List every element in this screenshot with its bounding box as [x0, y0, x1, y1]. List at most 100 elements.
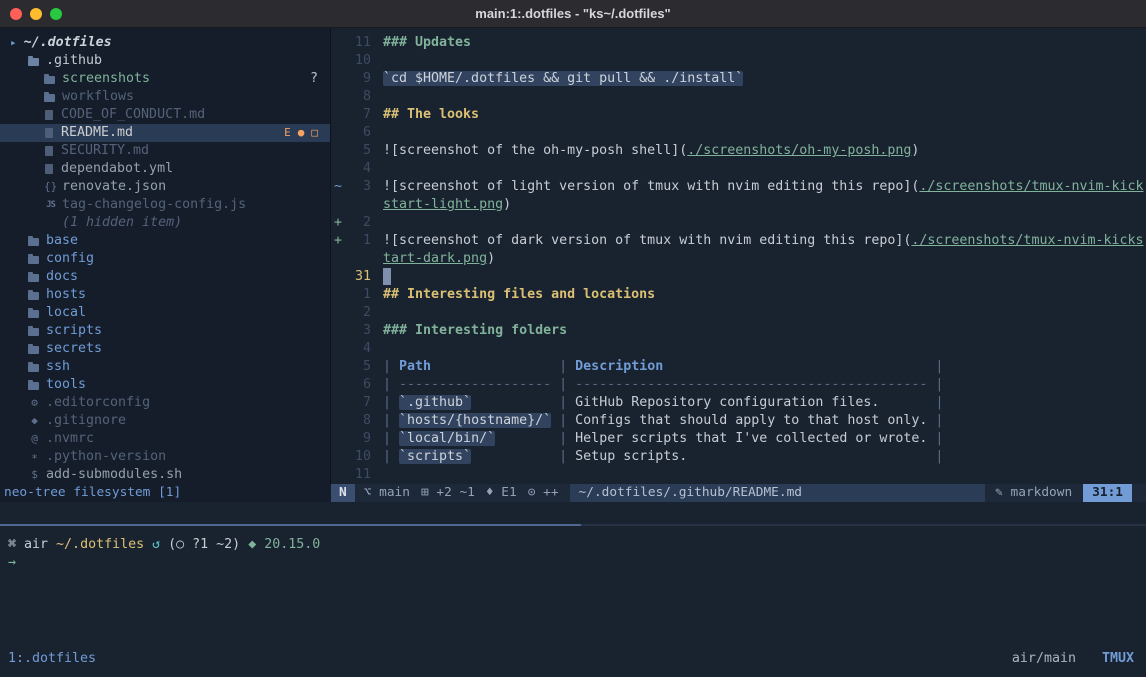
line-number: 8: [345, 412, 371, 430]
text-segment: |: [927, 431, 943, 446]
minimize-button[interactable]: [30, 8, 42, 20]
line-text: | `hosts/{hostname}/` | Configs that sho…: [383, 412, 943, 430]
markdown-link[interactable]: ./screenshots/oh-my-posh.png: [687, 143, 911, 158]
tmux-window-tab[interactable]: 1:.dotfiles: [8, 651, 96, 666]
line-text: | ------------------- | ----------------…: [383, 376, 943, 394]
text-segment: ): [911, 143, 919, 158]
editor-line[interactable]: 5![screenshot of the oh-my-posh shell](.…: [331, 142, 1146, 160]
cwd: ~/.dotfiles: [56, 537, 152, 552]
folder-icon: [44, 76, 55, 84]
tree-item-screenshots[interactable]: screenshots?: [0, 70, 330, 88]
tree-item-python-version[interactable]: ∗.python-version: [0, 448, 330, 466]
terminal-window: main:1:.dotfiles - "ks~/.dotfiles" ▸ ~/.…: [0, 0, 1146, 677]
text-segment: ## The looks: [383, 107, 479, 122]
text-segment: ): [503, 197, 511, 212]
tree-item-label: ssh: [46, 358, 70, 376]
markdown-link[interactable]: ./screenshots/tmux-nvim-kicks: [911, 233, 1143, 248]
editor-line[interactable]: 3### Interesting folders: [331, 322, 1146, 340]
editor-line[interactable]: 6: [331, 124, 1146, 142]
tree-item-github[interactable]: .github: [0, 52, 330, 70]
file-icon: [45, 146, 53, 156]
tree-item-secrets[interactable]: secrets: [0, 340, 330, 358]
tree-item-workflows[interactable]: workflows: [0, 88, 330, 106]
tree-item-add-submodules-sh[interactable]: $add-submodules.sh: [0, 466, 330, 484]
editor-line[interactable]: start-light.png): [331, 196, 1146, 214]
git-status-mark: E: [284, 124, 291, 142]
text-segment: ![screenshot of light version of tmux wi…: [383, 179, 919, 194]
folder-icon: [44, 94, 55, 102]
line-number: 2: [345, 304, 371, 322]
text-segment: |: [927, 359, 943, 374]
line-number: 1: [345, 232, 371, 250]
editor-line[interactable]: +2: [331, 214, 1146, 232]
line-number: 6: [345, 124, 371, 142]
line-text: ## The looks: [383, 106, 479, 124]
line-text: ![screenshot of light version of tmux wi…: [383, 178, 1144, 196]
table-cell-padding: [879, 395, 927, 410]
tree-item-label: hosts: [46, 286, 86, 304]
editor-line[interactable]: 9`cd $HOME/.dotfiles && git pull && ./in…: [331, 70, 1146, 88]
editor-line[interactable]: 6| ------------------- | ---------------…: [331, 376, 1146, 394]
editor-line[interactable]: 8 | `hosts/{hostname}/` | Configs that sh…: [331, 412, 1146, 430]
line-text: start-light.png): [383, 196, 511, 214]
tree-item-hosts[interactable]: hosts: [0, 286, 330, 304]
tree-item-local[interactable]: local: [0, 304, 330, 322]
tree-item-dependabot-yml[interactable]: dependabot.yml: [0, 160, 330, 178]
tree-item-nvmrc[interactable]: @.nvmrc: [0, 430, 330, 448]
editor-line[interactable]: +1![screenshot of dark version of tmux w…: [331, 232, 1146, 250]
editor-line[interactable]: 10: [331, 52, 1146, 70]
editor-line[interactable]: 10| `scripts` | Setup scripts. |: [331, 448, 1146, 466]
git-sign: [331, 250, 345, 268]
line-number: 3: [345, 178, 371, 196]
zoom-button[interactable]: [50, 8, 62, 20]
tree-item-label: docs: [46, 268, 78, 286]
editor-line[interactable]: 11: [331, 466, 1146, 484]
markdown-link[interactable]: tart-dark.png: [383, 251, 487, 266]
tree-item-label: dependabot.yml: [61, 160, 173, 178]
editor-line[interactable]: 4: [331, 340, 1146, 358]
editor-line[interactable]: ~3![screenshot of light version of tmux …: [331, 178, 1146, 196]
tree-item-docs[interactable]: docs: [0, 268, 330, 286]
filetype-indicator: ✎ markdown: [995, 484, 1072, 502]
tree-item-editorconfig[interactable]: ⚙.editorconfig: [0, 394, 330, 412]
editor-line[interactable]: 1## Interesting files and locations: [331, 286, 1146, 304]
editor-line[interactable]: tart-dark.png): [331, 250, 1146, 268]
text-segment: |: [551, 377, 575, 392]
editor-line[interactable]: 7## The looks: [331, 106, 1146, 124]
tree-item-label: .nvmrc: [46, 430, 94, 448]
tree-item-tag-changelog-config-js[interactable]: JStag-changelog-config.js: [0, 196, 330, 214]
git-sign: [331, 34, 345, 52]
close-button[interactable]: [10, 8, 22, 20]
tree-item-security-md[interactable]: SECURITY.md: [0, 142, 330, 160]
tree-item-gitignore[interactable]: ◆.gitignore: [0, 412, 330, 430]
markdown-link[interactable]: ./screenshots/tmux-nvim-kick: [919, 179, 1143, 194]
text-segment: |: [383, 395, 399, 410]
markdown-link[interactable]: start-light.png: [383, 197, 503, 212]
editor-line[interactable]: 4: [331, 160, 1146, 178]
editor-line[interactable]: 9| `local/bin/` | Helper scripts that I'…: [331, 430, 1146, 448]
folder-icon: [28, 274, 39, 282]
tree-item-base[interactable]: base: [0, 232, 330, 250]
editor-line[interactable]: 31: [331, 268, 1146, 286]
tree-item-1-hidden-item[interactable]: (1 hidden item): [0, 214, 330, 232]
editor-line[interactable]: 8: [331, 88, 1146, 106]
editor-line[interactable]: 5| Path | Description |: [331, 358, 1146, 376]
git-sign: [331, 466, 345, 484]
tree-item-label: (1 hidden item): [62, 214, 182, 232]
line-number: 11: [345, 466, 371, 484]
tree-item-scripts[interactable]: scripts: [0, 322, 330, 340]
line-number: [345, 196, 371, 214]
shell-pane[interactable]: ⌘ air ~/.dotfiles ↺ (○ ?1 ~2) ◆ 20.15.0 …: [0, 526, 1146, 572]
editor-line[interactable]: 7| `.github` | GitHub Repository configu…: [331, 394, 1146, 412]
line-text: | `local/bin/` | Helper scripts that I'v…: [383, 430, 943, 448]
tree-item-renovate-json[interactable]: {}renovate.json: [0, 178, 330, 196]
tree-item-readme-md[interactable]: README.mdE●□: [0, 124, 330, 142]
folder-icon: [28, 382, 39, 390]
tree-item-ssh[interactable]: ssh: [0, 358, 330, 376]
editor-line[interactable]: 2: [331, 304, 1146, 322]
tree-root[interactable]: ▸ ~/.dotfiles: [0, 34, 330, 52]
tree-item-config[interactable]: config: [0, 250, 330, 268]
tree-item-tools[interactable]: tools: [0, 376, 330, 394]
tree-item-code-of-conduct-md[interactable]: CODE_OF_CONDUCT.md: [0, 106, 330, 124]
editor-line[interactable]: 11### Updates: [331, 34, 1146, 52]
